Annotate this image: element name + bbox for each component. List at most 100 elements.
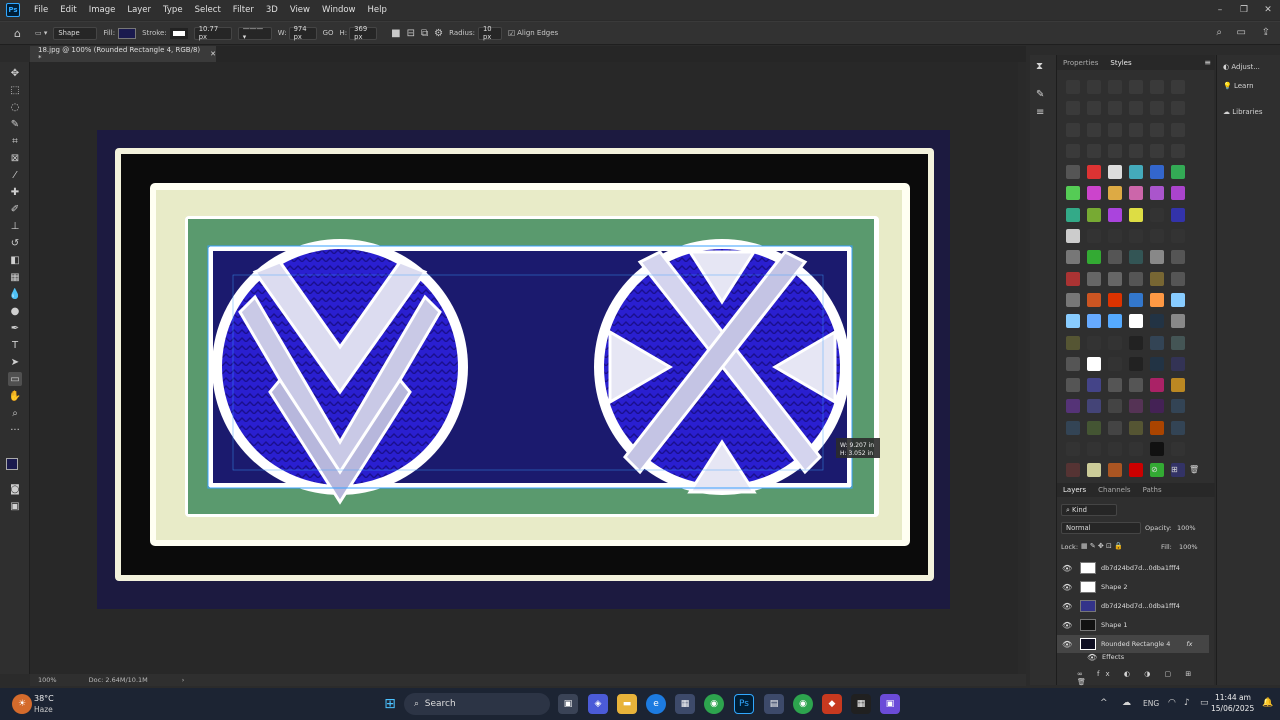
eraser-tool-icon[interactable]: ◧ [8,253,22,267]
style-preset-swatch[interactable] [1066,292,1080,307]
style-preset-swatch[interactable] [1108,463,1122,478]
style-preset-swatch[interactable] [1171,356,1185,371]
style-preset-swatch[interactable] [1066,143,1080,158]
learn-item[interactable]: 💡 Learn [1223,82,1254,90]
blur-tool-icon[interactable]: 💧 [8,287,22,301]
panel-menu-icon[interactable]: ≡ [1204,58,1211,67]
style-preset-swatch[interactable] [1150,271,1164,286]
path-operations-icon[interactable]: ■ [391,28,400,39]
opacity-value[interactable]: 100% [1177,524,1196,532]
style-preset-swatch[interactable] [1066,80,1080,94]
lock-icons[interactable]: ▦ ✎ ✥ ⊡ 🔒 [1081,542,1123,550]
eyedropper-tool-icon[interactable]: ⁄ [8,168,22,182]
style-preset-swatch[interactable] [1087,271,1101,286]
photoshop-taskbar-icon[interactable]: Ps [734,694,754,714]
style-preset-swatch[interactable] [1129,80,1143,94]
style-preset-swatch[interactable] [1171,80,1185,94]
tab-channels[interactable]: Channels [1092,486,1136,494]
zoom-level[interactable]: 100% [38,676,57,684]
style-preset-swatch[interactable] [1150,420,1164,435]
style-preset-swatch[interactable] [1171,186,1185,201]
style-preset-swatch[interactable] [1171,207,1185,222]
style-preset-swatch[interactable] [1150,335,1164,350]
move-tool-icon[interactable]: ✥ [8,66,22,80]
history-panel-icon[interactable]: ⧗ [1036,61,1043,72]
style-preset-swatch[interactable] [1171,122,1185,137]
menu-image[interactable]: Image [83,5,122,15]
menu-help[interactable]: Help [362,5,393,15]
style-preset-swatch[interactable] [1087,250,1101,265]
fill-swatch[interactable] [118,27,137,39]
clock-date[interactable]: 15/06/2025 [1211,704,1254,713]
style-preset-swatch[interactable] [1150,101,1164,116]
weather-temp[interactable]: 38°C [34,694,54,703]
style-preset-swatch[interactable] [1171,420,1185,435]
link-icon[interactable]: GO [323,29,334,37]
menu-view[interactable]: View [284,5,316,15]
fill-value[interactable]: 100% [1179,543,1198,551]
style-preset-swatch[interactable] [1129,250,1143,265]
style-preset-swatch[interactable] [1150,80,1164,94]
style-preset-swatch[interactable] [1066,420,1080,435]
style-preset-swatch[interactable] [1087,442,1101,457]
style-preset-swatch[interactable] [1108,165,1122,180]
style-preset-swatch[interactable] [1129,229,1143,244]
style-preset-swatch[interactable] [1171,250,1185,265]
clock-time[interactable]: 11:44 am [1215,693,1251,702]
wifi-icon[interactable]: ◠ [1168,698,1176,708]
workspace-icon[interactable]: ▭ [1237,27,1246,38]
path-selection-tool-icon[interactable]: ➤ [8,355,22,369]
libraries-item[interactable]: ☁ Libraries [1223,108,1262,116]
more-tools-icon[interactable]: ··· [8,423,22,437]
menu-file[interactable]: File [28,5,54,15]
style-preset-swatch[interactable] [1066,122,1080,137]
radius-input[interactable]: 10 px [477,25,502,41]
screen-mode-icon[interactable]: ▣ [8,499,22,513]
style-preset-swatch[interactable] [1150,314,1164,329]
style-preset-swatch[interactable] [1108,207,1122,222]
home-icon[interactable]: ⌂ [14,27,21,40]
style-preset-swatch[interactable] [1171,143,1185,158]
brush-panel-icon[interactable]: ✎ [1036,89,1044,100]
weather-icon[interactable]: ☀ [12,694,32,714]
minimize-icon[interactable]: – [1208,0,1232,20]
align-edges-checkbox[interactable]: ☑ [508,29,515,38]
adjust-panel-icon[interactable]: ≡ [1036,107,1044,118]
style-preset-swatch[interactable] [1129,442,1143,457]
layer-row[interactable]: 👁 Shape 2 [1057,578,1209,596]
tray-chevron-icon[interactable]: ^ [1100,698,1108,708]
brush-tool-icon[interactable]: ✐ [8,202,22,216]
hand-tool-icon[interactable]: ✋ [8,389,22,403]
style-preset-swatch[interactable] [1066,165,1080,180]
width-input[interactable]: 974 px [288,25,317,41]
photoshop-logo-icon[interactable]: Ps [6,3,20,17]
layer-actions-icons[interactable]: ∞ fx ◐ ◑ ▢ ⊞ 🗑 [1077,670,1214,686]
style-preset-swatch[interactable] [1108,122,1122,137]
style-preset-swatch[interactable] [1171,292,1185,307]
style-preset-swatch[interactable] [1066,378,1080,393]
style-preset-swatch[interactable] [1171,442,1185,457]
layer-row[interactable]: 👁 db7d24bd7d...0dba1fff4 [1057,597,1209,615]
frame-tool-icon[interactable]: ⊠ [8,151,22,165]
style-preset-swatch[interactable] [1171,399,1185,414]
style-preset-swatch[interactable] [1150,399,1164,414]
style-preset-swatch[interactable] [1129,271,1143,286]
app-icon-4[interactable]: ▣ [880,694,900,714]
style-preset-swatch[interactable] [1129,292,1143,307]
style-preset-swatch[interactable] [1108,442,1122,457]
style-preset-swatch[interactable] [1150,356,1164,371]
stroke-type-select[interactable]: ——— ▾ [237,25,272,41]
clear-style-icon[interactable]: ⊘ [1151,465,1158,474]
new-style-icon[interactable]: ⊞ [1171,465,1178,474]
style-preset-swatch[interactable] [1087,335,1101,350]
style-preset-swatch[interactable] [1129,122,1143,137]
style-preset-swatch[interactable] [1171,378,1185,393]
style-preset-swatch[interactable] [1108,186,1122,201]
style-preset-swatch[interactable] [1087,186,1101,201]
tab-paths[interactable]: Paths [1137,486,1168,494]
style-preset-swatch[interactable] [1129,399,1143,414]
eye-icon[interactable]: 👁 [1062,621,1072,630]
menu-filter[interactable]: Filter [227,5,260,15]
style-preset-swatch[interactable] [1087,207,1101,222]
quick-mask-icon[interactable]: ◙ [8,482,22,496]
